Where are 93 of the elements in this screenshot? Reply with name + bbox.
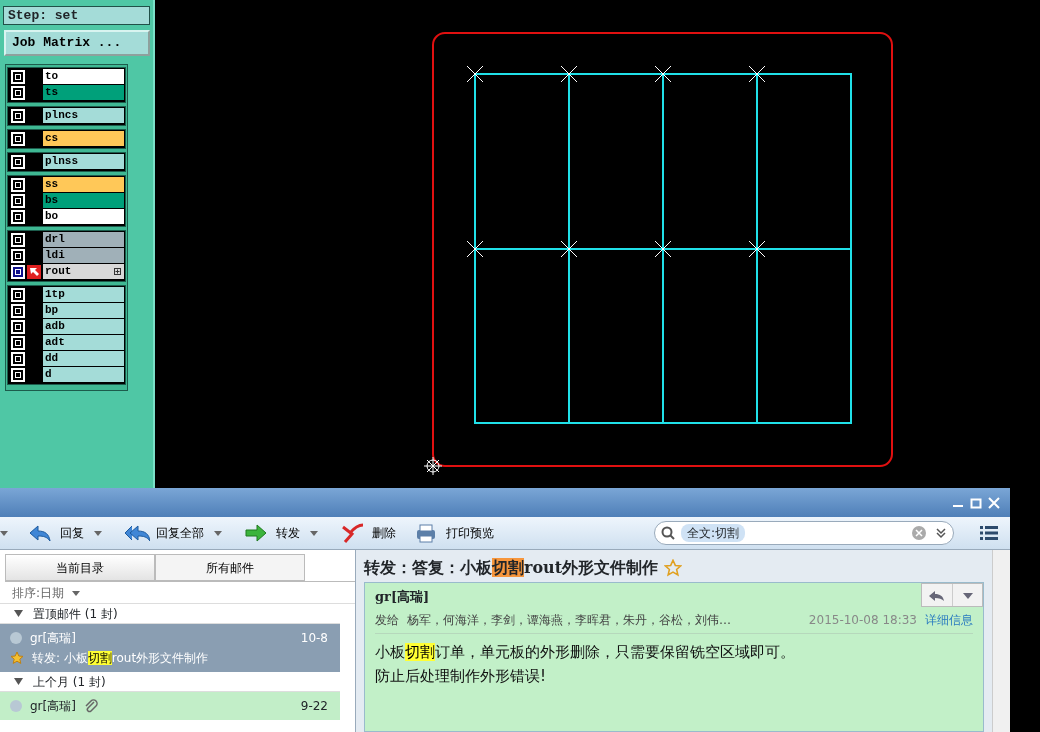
search-field[interactable]: 全文:切割 <box>654 521 954 545</box>
layer-name[interactable]: bs <box>43 193 124 208</box>
layer-name[interactable]: adt <box>43 335 124 350</box>
mail-date: 10-8 <box>300 630 328 647</box>
cross-mark <box>748 240 766 258</box>
job-matrix-button[interactable]: Job Matrix ... <box>4 30 150 56</box>
cross-mark <box>654 65 672 83</box>
layer-checkbox[interactable] <box>11 335 25 350</box>
layer-checkbox[interactable] <box>11 85 25 100</box>
sender-name: gr[高瑞] <box>30 698 76 715</box>
star-icon[interactable] <box>10 651 24 665</box>
expand-icon[interactable] <box>114 268 121 275</box>
layer-checkbox[interactable] <box>11 264 25 279</box>
details-link[interactable]: 详细信息 <box>925 610 973 629</box>
menu-icon[interactable] <box>980 525 998 541</box>
layer-name[interactable]: ts <box>43 85 124 100</box>
layer-name[interactable]: plnss <box>43 154 124 169</box>
maximize-icon[interactable] <box>970 496 982 509</box>
collapse-icon[interactable] <box>14 677 23 686</box>
sender-name: gr[高瑞] <box>375 588 430 606</box>
cross-mark <box>748 65 766 83</box>
layer-name[interactable]: rout <box>43 264 124 279</box>
layer-name[interactable]: adb <box>43 319 124 334</box>
mail-date: 9-22 <box>300 698 328 715</box>
cross-mark <box>466 65 484 83</box>
body-text: 小板切割订单，单元板的外形删除，只需要保留铣空区域即可。 <box>375 641 796 663</box>
layer-name[interactable]: 1tp <box>43 287 124 302</box>
layer-name[interactable]: d <box>43 367 124 382</box>
layer-checkbox[interactable] <box>11 154 25 169</box>
close-icon[interactable] <box>988 496 1000 509</box>
delete-icon <box>340 522 366 544</box>
message-time: 2015-10-08 18:33 <box>808 611 917 629</box>
reply-all-icon <box>124 522 150 544</box>
arrow-icon <box>27 264 41 279</box>
layer-checkbox[interactable] <box>11 319 25 334</box>
status-dot <box>10 632 22 644</box>
layer-checkbox[interactable] <box>11 108 25 123</box>
folder-tab[interactable]: 当前目录 <box>5 554 155 581</box>
folder-tab[interactable]: 所有邮件 <box>155 554 305 581</box>
caret-icon[interactable] <box>214 530 222 536</box>
layer-name[interactable]: ldi <box>43 248 124 263</box>
layer-checkbox[interactable] <box>11 209 25 224</box>
layer-checkbox[interactable] <box>11 232 25 247</box>
layer-checkbox[interactable] <box>11 351 25 366</box>
body-text: 防止后处理制作外形错误! <box>375 665 547 687</box>
layer-name[interactable]: cs <box>43 131 124 146</box>
layer-name[interactable]: dd <box>43 351 124 366</box>
caret-icon[interactable] <box>72 591 81 596</box>
sender-name: gr[高瑞] <box>30 630 76 647</box>
toolbar-button[interactable]: 打印预览 <box>408 522 500 544</box>
layer-checkbox[interactable] <box>11 367 25 382</box>
step-label: Step: set <box>3 6 150 25</box>
layer-checkbox[interactable] <box>11 287 25 302</box>
cross-mark <box>654 240 672 258</box>
search-token: 全文:切割 <box>681 524 746 542</box>
mail-item[interactable]: gr[高瑞] 9-22 <box>0 692 340 720</box>
layer-name[interactable]: drl <box>43 232 124 247</box>
group-header: 上个月 (1 封) <box>33 673 106 691</box>
layer-name[interactable]: bo <box>43 209 124 224</box>
cross-mark <box>466 240 484 258</box>
search-icon <box>661 526 675 540</box>
layer-name[interactable]: plncs <box>43 108 124 123</box>
recipients-label: 发给 <box>375 611 399 629</box>
reply-icon <box>928 588 946 603</box>
group-header: 置顶邮件 (1 封) <box>33 605 118 623</box>
layer-checkbox[interactable] <box>11 303 25 318</box>
chevron-icon[interactable] <box>933 525 949 541</box>
layer-name[interactable]: ss <box>43 177 124 192</box>
caret-icon <box>961 590 974 601</box>
collapse-icon[interactable] <box>14 609 23 618</box>
sort-dropdown[interactable]: 排序:日期 <box>12 586 65 600</box>
layer-name[interactable]: bp <box>43 303 124 318</box>
toolbar-button[interactable]: 删除 <box>334 522 402 544</box>
toolbar-button[interactable]: 回复全部 <box>118 522 210 544</box>
caret-icon[interactable] <box>310 530 318 536</box>
caret-icon[interactable] <box>94 530 102 536</box>
recipients: 杨军，何海洋，李剑，谭海燕，李晖君，朱丹，谷松，刘伟… <box>407 611 731 629</box>
cross-mark <box>560 65 578 83</box>
reply-icon <box>28 522 54 544</box>
toolbar-button[interactable]: 回复 <box>22 522 90 544</box>
layer-checkbox[interactable] <box>11 177 25 192</box>
cross-mark <box>560 240 578 258</box>
status-dot <box>10 700 22 712</box>
layer-checkbox[interactable] <box>11 248 25 263</box>
star-icon[interactable] <box>664 559 683 577</box>
layer-checkbox[interactable] <box>11 69 25 84</box>
caret-icon[interactable] <box>0 530 8 536</box>
layer-name[interactable]: to <box>43 69 124 84</box>
layer-checkbox[interactable] <box>11 131 25 146</box>
message-subject: 转发：答复：小板切割rout外形文件制作 <box>364 557 659 579</box>
origin-icon <box>423 456 443 476</box>
layer-checkbox[interactable] <box>11 193 25 208</box>
toolbar-button[interactable]: 转发 <box>238 522 306 544</box>
